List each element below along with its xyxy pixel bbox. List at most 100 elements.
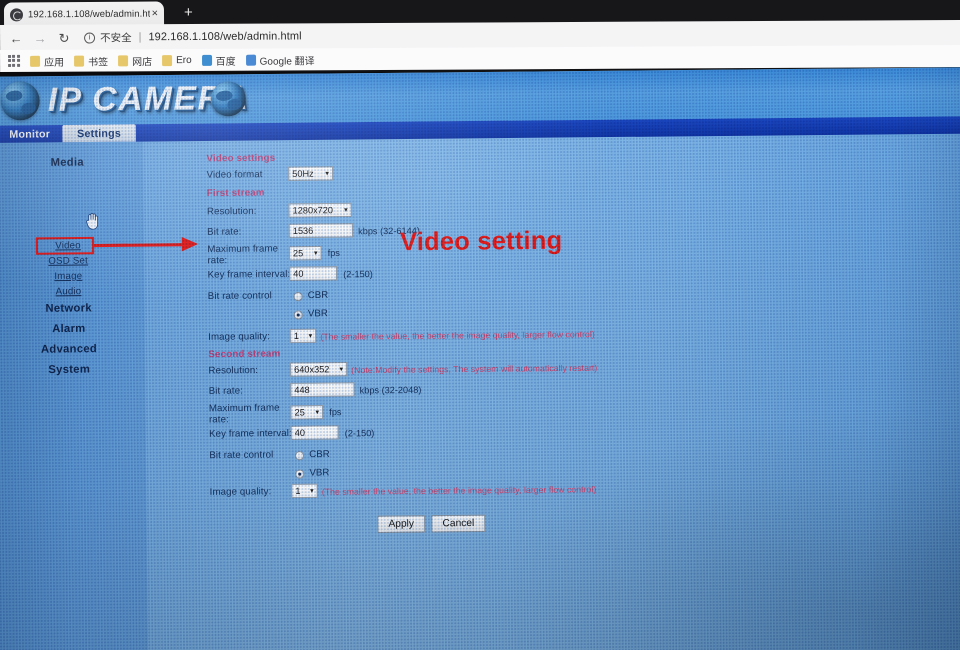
input-second-key-frame-interval[interactable]: 40 (290, 425, 339, 441)
input-first-bitrate-value: 1536 (292, 225, 314, 236)
label-second-image-quality: Image quality: (209, 486, 272, 498)
bookmark-label: 书签 (88, 56, 109, 69)
bookmark-label: 百度 (215, 56, 236, 68)
security-indicator[interactable]: i 不安全 | (84, 30, 148, 45)
select-first-image-quality[interactable]: 1 ▾ (289, 328, 317, 344)
select-video-format[interactable]: 50Hz ▾ (288, 166, 334, 181)
label-first-bit-rate-control: Bit rate control (207, 290, 272, 303)
sidebar: Media Video OSD Set Image Audio Network … (0, 141, 149, 650)
folder-icon (30, 55, 41, 67)
label-video-format: Video format (206, 168, 263, 181)
info-icon: i (84, 32, 96, 44)
radio-second-cbr[interactable] (294, 451, 305, 461)
label-second-bitrate: Bit rate: (208, 385, 244, 397)
chevron-down-icon: ▾ (310, 487, 314, 495)
ip-camera-page: IP CAMERA Monitor Settings Media Video O… (0, 67, 960, 650)
input-first-bitrate[interactable]: 1536 (288, 223, 354, 239)
folder-icon (118, 54, 129, 66)
heading-video-settings: Video settings (206, 152, 276, 165)
bookmark-item-bookmarks[interactable]: 书签 (74, 53, 108, 68)
baidu-icon (201, 54, 212, 66)
bookmark-label: Ero (176, 54, 192, 66)
bookmark-item-apps[interactable]: 应用 (30, 53, 64, 68)
label-first-key-frame-interval: Key frame interval: (207, 268, 291, 281)
hint-second-image-quality: (The smaller the value, the better the i… (321, 484, 597, 497)
sidebar-group-media: Media (50, 156, 84, 169)
bookmark-label: 网店 (132, 56, 153, 68)
sidebar-item-image[interactable]: Image (0, 270, 144, 283)
browser-chrome: 192.168.1.108/web/admin.ht × + ← → ↻ i 不… (0, 0, 960, 72)
back-icon[interactable]: ← (8, 30, 24, 45)
select-second-max-frame-rate-value: 25 (294, 407, 305, 418)
folder-icon (162, 54, 173, 66)
unit-second-bitrate: kbps (32-2048) (359, 384, 422, 396)
select-first-image-quality-value: 1 (293, 330, 299, 342)
input-first-key-frame-interval-value: 40 (293, 268, 304, 279)
chevron-down-icon: ▾ (308, 332, 313, 340)
select-second-resolution-value: 640x352 (294, 364, 330, 375)
label-second-bit-rate-control: Bit rate control (209, 449, 274, 462)
radio-first-cbr[interactable] (293, 291, 303, 302)
folder-icon (74, 55, 85, 67)
select-first-resolution[interactable]: 1280x720 ▾ (288, 202, 352, 218)
select-first-max-frame-rate[interactable]: 25 ▾ (288, 245, 322, 261)
sidebar-group-network[interactable]: Network (0, 302, 145, 316)
bookmark-item-shop[interactable]: 网店 (118, 53, 152, 68)
select-second-image-quality[interactable]: 1 ▾ (291, 483, 318, 499)
annotation-highlight-box (35, 236, 95, 255)
select-second-max-frame-rate[interactable]: 25 ▾ (290, 405, 324, 420)
bookmark-label: Google 翻译 (259, 55, 315, 68)
security-label: 不安全 (100, 31, 132, 44)
hint-first-image-quality: (The smaller the value, the better the i… (320, 328, 595, 342)
browser-tab-title: 192.168.1.108/web/admin.ht (27, 8, 150, 21)
close-icon[interactable]: × (152, 8, 159, 20)
tab-monitor[interactable]: Monitor (1, 125, 58, 143)
unit-second-key-frame-interval: (2-150) (344, 427, 375, 439)
screenshot-root: 192.168.1.108/web/admin.ht × + ← → ↻ i 不… (0, 0, 960, 650)
select-first-max-frame-rate-value: 25 (292, 248, 304, 259)
radio-first-vbr[interactable] (293, 310, 303, 320)
unit-second-max-frame-rate: fps (329, 406, 342, 418)
label-first-resolution: Resolution: (206, 205, 257, 218)
tab-settings[interactable]: Settings (62, 124, 136, 143)
chevron-down-icon: ▾ (315, 409, 320, 417)
label-second-key-frame-interval: Key frame interval: (209, 427, 292, 440)
bookmark-item-ero[interactable]: Ero (162, 54, 192, 66)
unit-first-key-frame-interval: (2-150) (343, 268, 373, 280)
sidebar-item-osd-set[interactable]: OSD Set (0, 255, 144, 268)
label-second-resolution: Resolution: (208, 364, 259, 377)
chevron-down-icon: ▾ (339, 366, 344, 374)
annotation-arrow-head-icon (181, 236, 199, 252)
sidebar-item-audio[interactable]: Audio (0, 285, 145, 298)
input-second-key-frame-interval-value: 40 (294, 427, 306, 438)
unit-first-max-frame-rate: fps (327, 247, 341, 259)
select-first-resolution-value: 1280x720 (292, 204, 334, 216)
bookmark-item-google-translate[interactable]: Google 翻译 (245, 52, 315, 68)
label-first-bitrate: Bit rate: (207, 226, 242, 238)
translate-icon (245, 54, 256, 66)
heading-first-stream: First stream (206, 187, 265, 200)
globe-icon (210, 81, 246, 117)
select-second-resolution[interactable]: 640x352 ▾ (289, 361, 348, 377)
select-second-image-quality-value: 1 (295, 485, 301, 497)
input-second-bitrate[interactable]: 448 (290, 382, 355, 398)
apps-grid-icon[interactable] (8, 54, 20, 67)
cancel-button[interactable]: Cancel (431, 514, 486, 533)
input-first-key-frame-interval[interactable]: 40 (289, 266, 338, 281)
forward-icon[interactable]: → (32, 30, 48, 45)
tab-favicon-icon (9, 8, 24, 22)
address-bar-url[interactable]: 192.168.1.108/web/admin.html (148, 30, 301, 43)
bookmark-item-baidu[interactable]: 百度 (201, 52, 236, 68)
sidebar-group-advanced[interactable]: Advanced (0, 342, 145, 356)
globe-icon (0, 81, 40, 121)
reload-icon[interactable]: ↻ (56, 30, 72, 45)
radio-second-vbr[interactable] (295, 469, 305, 479)
chevron-down-icon: ▾ (344, 206, 348, 215)
apply-button[interactable]: Apply (377, 515, 426, 534)
new-tab-icon[interactable]: + (184, 5, 193, 20)
chevron-down-icon: ▾ (313, 250, 318, 258)
sidebar-group-alarm[interactable]: Alarm (0, 322, 145, 336)
label-first-cbr: CBR (307, 289, 329, 302)
hint-second-resolution: (Note:Modify the settings, The system wi… (351, 362, 598, 376)
sidebar-group-system[interactable]: System (0, 363, 145, 377)
